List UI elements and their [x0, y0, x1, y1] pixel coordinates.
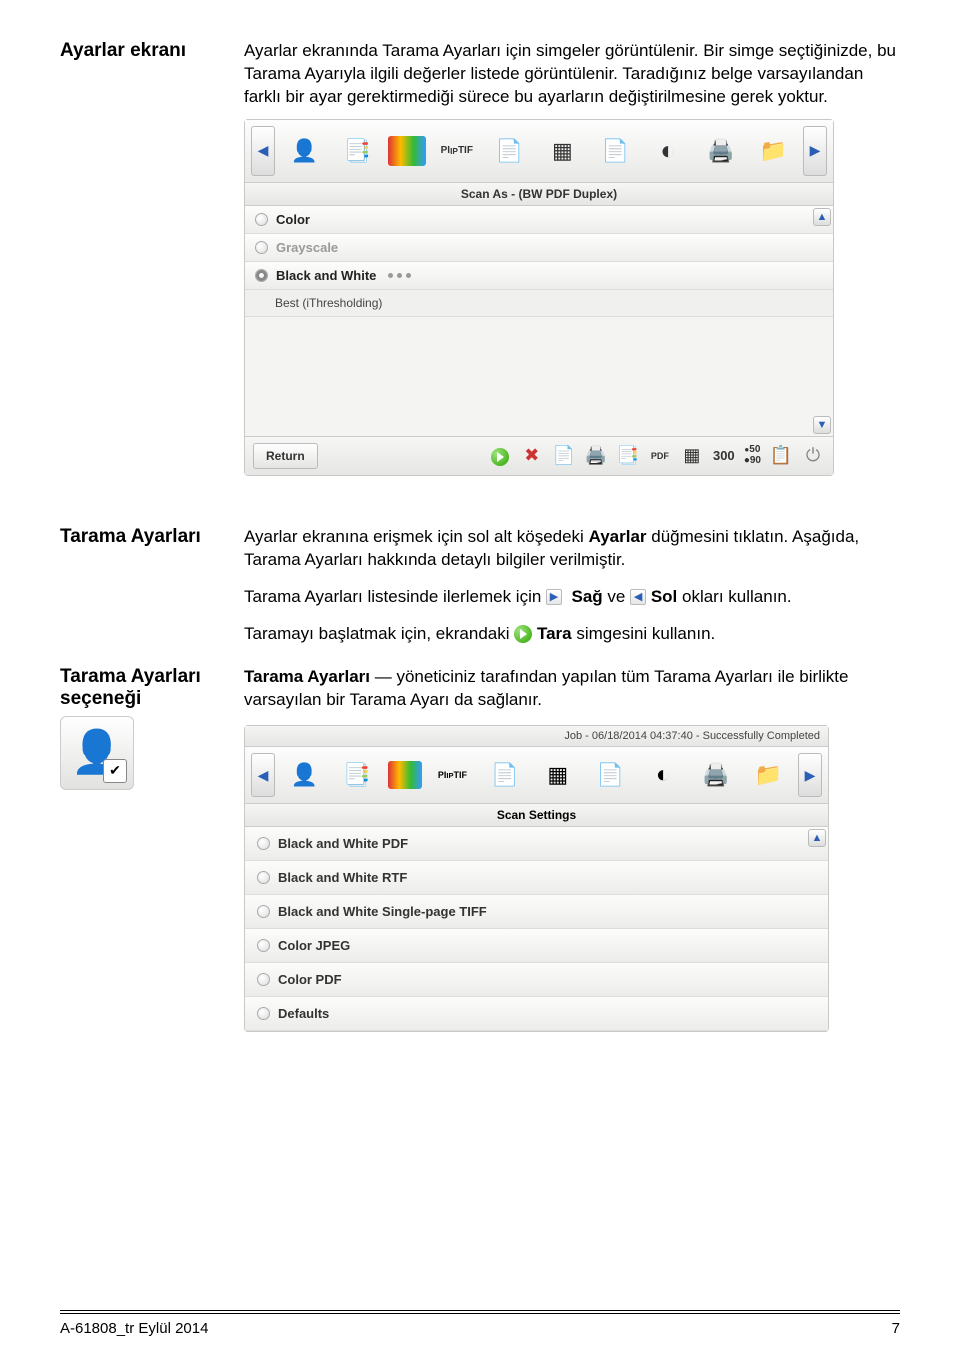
settings-screen-description: Ayarlar ekranında Tarama Ayarları için s…: [244, 40, 900, 109]
footer-power-icon[interactable]: ⏻: [801, 445, 825, 466]
scan-settings-panel: Job - 06/18/2014 04:37:40 - Successfully…: [244, 725, 829, 1032]
contrast-icon[interactable]: ◐: [641, 753, 685, 797]
footer-grid-icon[interactable]: ▦: [680, 445, 704, 466]
toolbar: ◀ 👤 📑 PIIP TIF 📄 ▦ 📄 ◐ 🖨️ 📁 ▶: [245, 120, 833, 183]
list-item[interactable]: Defaults: [245, 997, 828, 1031]
arrow-left-icon: ◀: [630, 589, 646, 605]
toolbar-arrow-right[interactable]: ▶: [803, 126, 827, 176]
color-doc-icon[interactable]: 📄: [593, 129, 637, 173]
scanner-icon[interactable]: 🖨️: [694, 753, 738, 797]
footer-list-icon[interactable]: 📋: [769, 445, 793, 466]
footer-doc-icon[interactable]: 📄: [552, 445, 576, 466]
option-label: Black and White: [276, 268, 376, 283]
scan-as-panel: ◀ 👤 📑 PIIP TIF 📄 ▦ 📄 ◐ 🖨️ 📁 ▶ Scan As - …: [244, 119, 834, 476]
color-bars-icon[interactable]: [388, 761, 422, 789]
list-item[interactable]: Black and White RTF: [245, 861, 828, 895]
grid-icon[interactable]: ▦: [536, 753, 580, 797]
dpi-small[interactable]: ●50 ●90: [744, 445, 761, 466]
profile-icon[interactable]: 👤: [282, 129, 326, 173]
scan-as-list: ▲ Color Grayscale Black and White Best (…: [245, 206, 833, 436]
toolbar-arrow-left[interactable]: ◀: [251, 126, 275, 176]
section-heading-scan-settings: Tarama Ayarları: [60, 526, 220, 548]
list-item[interactable]: Black and White PDF: [245, 827, 828, 861]
profile-icon[interactable]: 👤: [282, 753, 326, 797]
section-heading-settings-screen: Ayarlar ekranı: [60, 40, 220, 62]
pi-tif-icon[interactable]: PIIP TIF: [435, 129, 479, 173]
folder-icon[interactable]: 📁: [747, 753, 791, 797]
play-icon: [514, 625, 532, 643]
radio-icon: [255, 213, 268, 226]
list-item[interactable]: Black and White Single-page TIFF: [245, 895, 828, 929]
document-icon[interactable]: 📄: [483, 753, 527, 797]
toolbar-arrow-right[interactable]: ▶: [798, 753, 822, 797]
start-scan-icon[interactable]: [488, 445, 512, 466]
footer-pdf-icon[interactable]: PDF: [648, 451, 672, 461]
contrast-icon[interactable]: ◐: [646, 129, 690, 173]
toolbar-icons: 👤 📑 PIIP TIF 📄 ▦ 📄 ◐ 🖨️ 📁: [279, 753, 794, 797]
scan-pages-icon[interactable]: 📑: [335, 129, 379, 173]
profile-settings-icon: 👤✔: [60, 716, 134, 790]
scroll-down-icon[interactable]: ▼: [813, 416, 831, 434]
radio-icon-selected: [255, 269, 268, 282]
toolbar-arrow-left[interactable]: ◀: [251, 753, 275, 797]
scroll-up-icon[interactable]: ▲: [808, 829, 826, 847]
list-item[interactable]: Color PDF: [245, 963, 828, 997]
footer-page-number: 7: [892, 1320, 900, 1337]
scan-settings-option-p1: Tarama Ayarları — yöneticiniz tarafından…: [244, 666, 900, 712]
panel-footer: Return ✖ 📄 🖨️ 📑 PDF ▦ 300 ●50 ●90 📋 ⏻: [245, 436, 833, 475]
scanner-icon[interactable]: 🖨️: [699, 129, 743, 173]
radio-icon: [255, 241, 268, 254]
scan-settings-p2: Tarama Ayarları listesinde ilerlemek içi…: [244, 586, 900, 609]
toolbar: ◀ 👤 📑 PIIP TIF 📄 ▦ 📄 ◐ 🖨️ 📁 ▶: [245, 747, 828, 804]
footer-print-icon[interactable]: 🖨️: [584, 445, 608, 466]
grid-icon[interactable]: ▦: [540, 129, 584, 173]
document-icon[interactable]: 📄: [488, 129, 532, 173]
scroll-up-icon[interactable]: ▲: [813, 208, 831, 226]
color-doc-icon[interactable]: 📄: [588, 753, 632, 797]
toolbar-icons: 👤 📑 PIIP TIF 📄 ▦ 📄 ◐ 🖨️ 📁: [279, 129, 799, 173]
pi-tif-icon[interactable]: PIIP TIF: [430, 753, 474, 797]
more-dots-icon: [388, 273, 411, 278]
section-heading-scan-settings-option: Tarama Ayarları seçeneği: [60, 666, 220, 710]
dpi-indicator[interactable]: 300: [712, 449, 736, 462]
checklist-badge-icon: ✔: [103, 759, 127, 783]
footer-doc-id: A-61808_tr Eylül 2014: [60, 1320, 208, 1337]
footer-pages-icon[interactable]: 📑: [616, 445, 640, 466]
scan-pages-icon[interactable]: 📑: [335, 753, 379, 797]
cancel-icon[interactable]: ✖: [520, 445, 544, 466]
panel-caption: Scan As - (BW PDF Duplex): [245, 183, 833, 206]
scan-settings-p1: Ayarlar ekranına erişmek için sol alt kö…: [244, 526, 900, 572]
option-bw-sub[interactable]: Best (iThresholding): [245, 290, 833, 317]
scan-settings-list: ▲ Black and White PDF Black and White RT…: [245, 827, 828, 1031]
job-titlebar: Job - 06/18/2014 04:37:40 - Successfully…: [245, 726, 828, 747]
option-color[interactable]: Color: [245, 206, 833, 234]
option-grayscale[interactable]: Grayscale: [245, 234, 833, 262]
page-footer: A-61808_tr Eylül 2014 7: [60, 1310, 900, 1337]
folder-icon[interactable]: 📁: [752, 129, 796, 173]
option-label: Grayscale: [276, 240, 338, 255]
option-label: Color: [276, 212, 310, 227]
panel2-caption: Scan Settings: [245, 804, 828, 827]
list-item[interactable]: Color JPEG: [245, 929, 828, 963]
arrow-right-icon: ▶: [546, 589, 562, 605]
color-bars-icon[interactable]: [388, 136, 426, 166]
option-black-and-white[interactable]: Black and White: [245, 262, 833, 290]
return-button[interactable]: Return: [253, 443, 318, 469]
scan-settings-p3: Taramayı başlatmak için, ekrandaki Tara …: [244, 623, 900, 646]
